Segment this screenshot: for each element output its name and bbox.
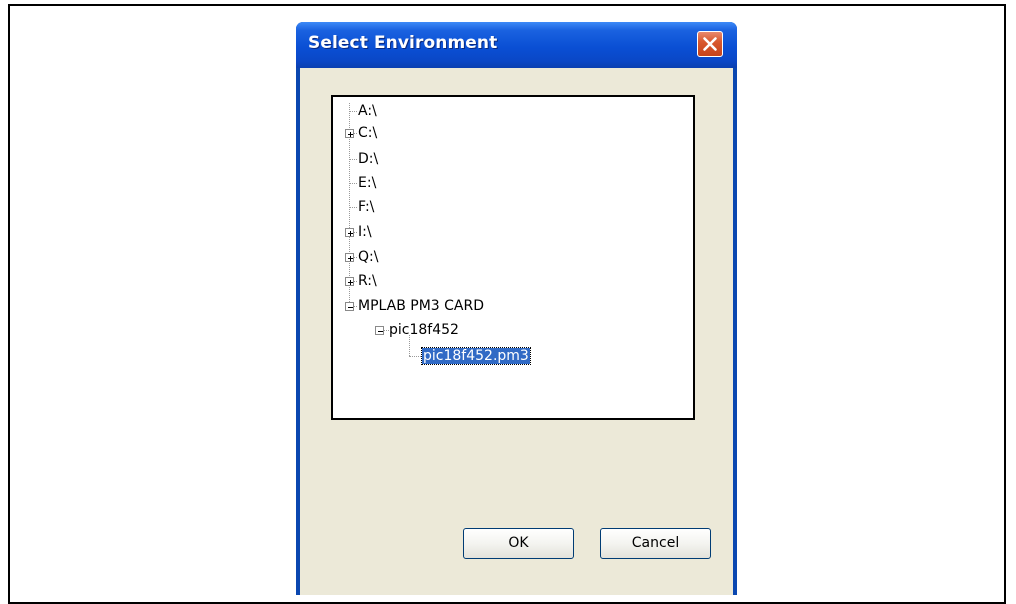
tree-node-label: R:\ [358, 273, 377, 289]
tree-connector [349, 111, 357, 112]
tree-connector [349, 183, 357, 184]
tree-node-pic18f452-folder[interactable]: pic18f452 [389, 320, 459, 340]
dialog-title: Select Environment [308, 33, 498, 53]
tree-node-label: C:\ [358, 125, 378, 141]
tree-node-a-drive[interactable]: A:\ [358, 101, 377, 121]
tree-node-label: MPLAB PM3 CARD [358, 298, 485, 314]
close-icon [703, 37, 717, 51]
tree-node-label: E:\ [358, 175, 377, 191]
tree-connector [349, 159, 357, 160]
tree-node-i-drive[interactable]: I:\ [358, 222, 372, 242]
expand-icon[interactable] [345, 277, 354, 286]
tree-node-mplab-pm3-card[interactable]: MPLAB PM3 CARD [358, 296, 484, 316]
tree-node-f-drive[interactable]: F:\ [358, 197, 374, 217]
tree-node-label: F:\ [358, 199, 375, 215]
select-environment-dialog: Select Environment A:\ C:\ D:\ E:\ F:\ I… [296, 22, 737, 595]
selected-tree-node-label: pic18f452.pm3 [421, 347, 531, 365]
expand-icon[interactable] [345, 129, 354, 138]
tree-node-d-drive[interactable]: D:\ [358, 149, 378, 169]
expand-icon[interactable] [345, 253, 354, 262]
tree-node-label: I:\ [358, 224, 372, 240]
tree-node-r-drive[interactable]: R:\ [358, 271, 377, 291]
tree-node-q-drive[interactable]: Q:\ [358, 247, 378, 267]
tree-node-e-drive[interactable]: E:\ [358, 173, 376, 193]
expand-icon[interactable] [345, 228, 354, 237]
tree-connector [349, 207, 357, 208]
tree-connector [409, 335, 410, 356]
tree-node-pic18f452-pm3[interactable]: pic18f452.pm3 [421, 346, 531, 366]
collapse-icon[interactable] [345, 302, 354, 311]
tree-connector [409, 356, 421, 357]
dialog-body: A:\ C:\ D:\ E:\ F:\ I:\ Q:\ R:\ MPLAB PM… [300, 68, 733, 595]
close-button[interactable] [697, 31, 723, 57]
environment-tree[interactable]: A:\ C:\ D:\ E:\ F:\ I:\ Q:\ R:\ MPLAB PM… [331, 95, 695, 420]
cancel-button[interactable]: Cancel [600, 528, 711, 559]
tree-node-label: Q:\ [358, 249, 379, 265]
tree-node-label: D:\ [358, 151, 379, 167]
collapse-icon[interactable] [375, 326, 384, 335]
tree-node-label: A:\ [358, 103, 377, 119]
tree-node-c-drive[interactable]: C:\ [358, 123, 377, 143]
title-bar[interactable]: Select Environment [296, 22, 737, 68]
ok-button[interactable]: OK [463, 528, 574, 559]
tree-node-label: pic18f452 [389, 322, 459, 338]
